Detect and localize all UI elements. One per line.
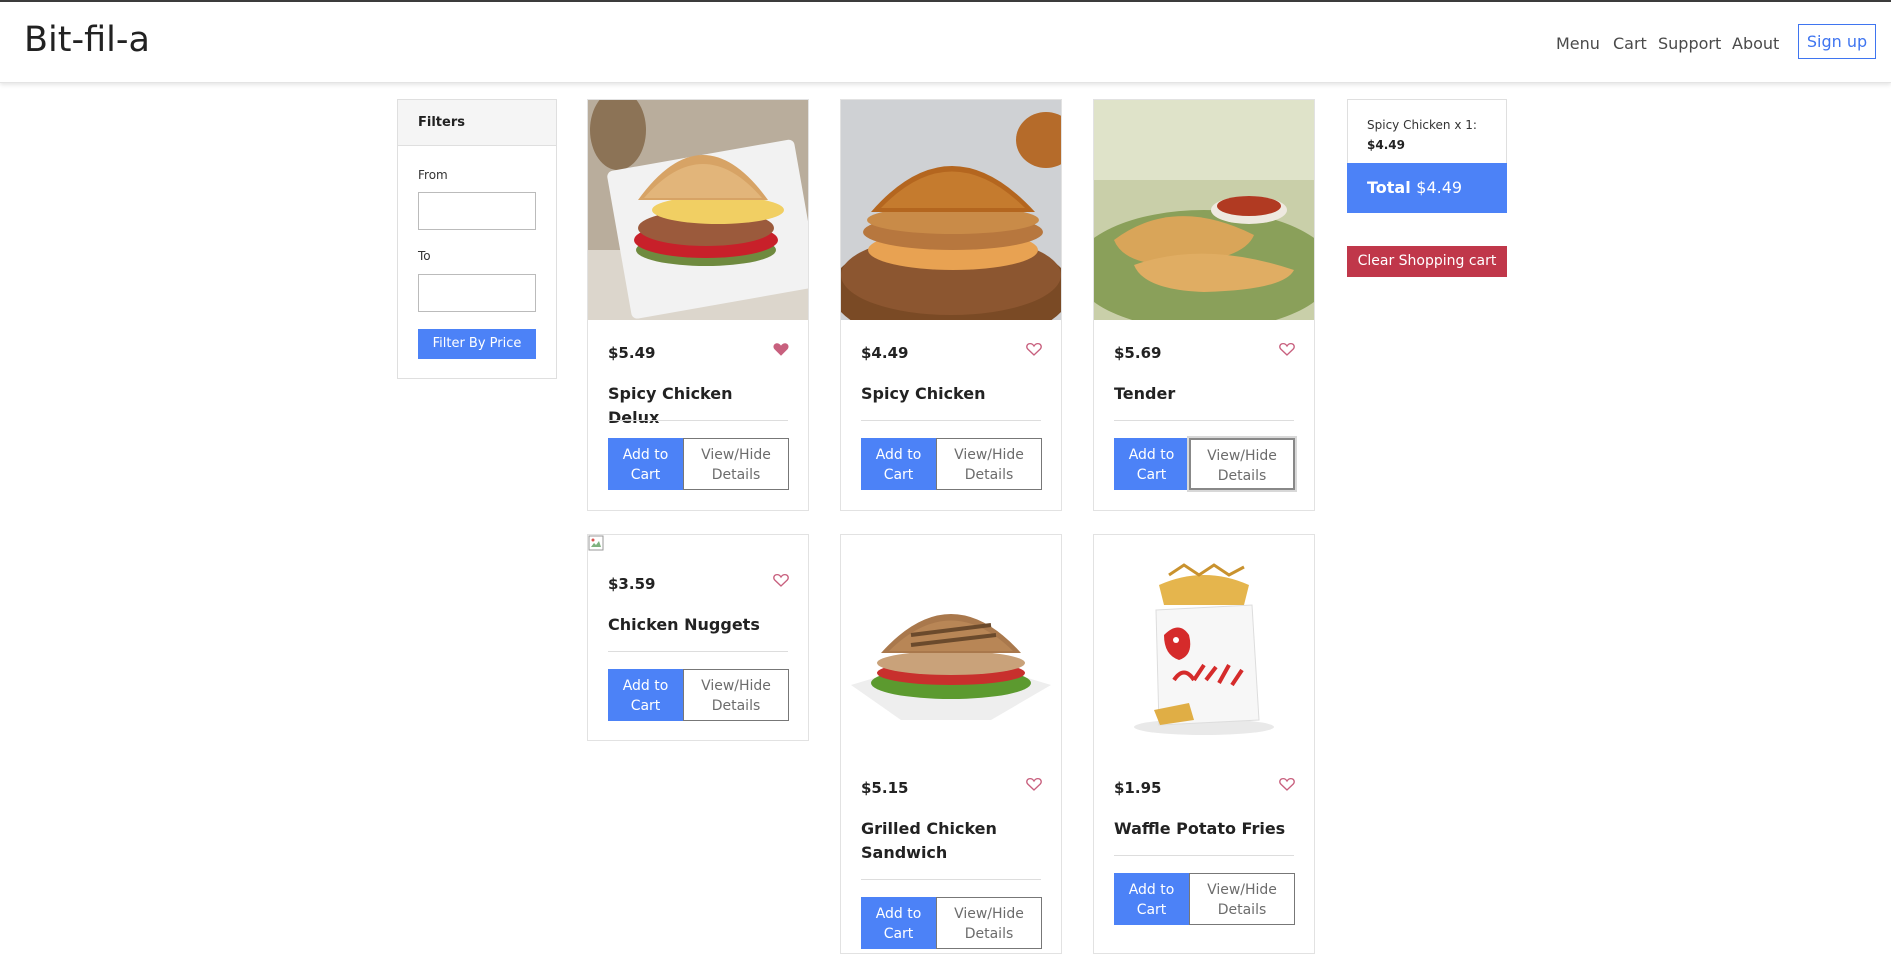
product-price: $4.49: [861, 344, 909, 362]
view-details-button[interactable]: View/Hide Details: [683, 438, 789, 490]
signup-button[interactable]: Sign up: [1798, 24, 1876, 59]
product-name: Chicken Nuggets: [608, 615, 760, 634]
nav-support[interactable]: Support: [1658, 34, 1721, 53]
from-label: From: [418, 168, 448, 182]
product-name: Spicy Chicken: [861, 384, 986, 403]
product-price: $5.49: [608, 344, 656, 362]
card-divider: [861, 879, 1041, 880]
add-to-cart-button[interactable]: Add to Cart: [1114, 873, 1189, 925]
card-divider: [608, 420, 788, 421]
product-image[interactable]: [1094, 535, 1314, 755]
product-image[interactable]: [841, 100, 1061, 320]
product-card: $5.69 Tender Add to Cart View/Hide Detai…: [1093, 99, 1315, 511]
heart-outline-icon[interactable]: [1278, 775, 1296, 793]
heart-filled-icon[interactable]: [772, 340, 790, 358]
cart-total: Total $4.49: [1347, 163, 1507, 213]
clear-cart-button[interactable]: Clear Shopping cart: [1347, 246, 1507, 277]
filter-by-price-button[interactable]: Filter By Price: [418, 329, 536, 359]
add-to-cart-button[interactable]: Add to Cart: [1114, 438, 1189, 490]
product-price: $3.59: [608, 575, 656, 593]
heart-outline-icon[interactable]: [1025, 775, 1043, 793]
product-card: $5.15 Grilled Chicken Sandwich Add to Ca…: [840, 534, 1062, 954]
heart-outline-icon[interactable]: [1025, 340, 1043, 358]
cart-summary: Spicy Chicken x 1: $4.49 Total $4.49: [1347, 99, 1507, 213]
heart-outline-icon[interactable]: [772, 571, 790, 589]
nav-cart[interactable]: Cart: [1613, 34, 1647, 53]
product-card: $3.59 Chicken Nuggets Add to Cart View/H…: [587, 534, 809, 741]
cart-item-line: Spicy Chicken x 1:: [1367, 118, 1477, 132]
filters-panel: Filters From To Filter By Price: [397, 99, 557, 379]
view-details-button[interactable]: View/Hide Details: [683, 669, 789, 721]
view-details-button[interactable]: View/Hide Details: [936, 897, 1042, 949]
cart-item: Spicy Chicken x 1: $4.49: [1367, 115, 1477, 155]
product-image[interactable]: [841, 535, 1061, 755]
total-label: Total: [1367, 178, 1417, 197]
product-card: $4.49 Spicy Chicken Add to Cart View/Hid…: [840, 99, 1062, 511]
nav-about[interactable]: About: [1732, 34, 1779, 53]
to-label: To: [418, 249, 431, 263]
product-name: Grilled Chicken Sandwich: [861, 819, 997, 862]
product-price: $1.95: [1114, 779, 1162, 797]
cart-item-price: $4.49: [1367, 138, 1405, 152]
product-name: Spicy Chicken Delux: [608, 384, 733, 427]
card-divider: [1114, 855, 1294, 856]
add-to-cart-button[interactable]: Add to Cart: [861, 438, 936, 490]
to-price-input[interactable]: [418, 274, 536, 312]
product-name: Tender: [1114, 384, 1176, 403]
product-image[interactable]: [588, 100, 808, 320]
add-to-cart-button[interactable]: Add to Cart: [608, 438, 683, 490]
product-price: $5.15: [861, 779, 909, 797]
product-price: $5.69: [1114, 344, 1162, 362]
card-divider: [861, 420, 1041, 421]
navbar: Bit-fil-a Menu Cart Support About Sign u…: [0, 2, 1891, 83]
heart-outline-icon[interactable]: [1278, 340, 1296, 358]
card-divider: [608, 651, 788, 652]
total-value: $4.49: [1416, 178, 1463, 197]
nav-menu[interactable]: Menu: [1556, 34, 1600, 53]
card-divider: [1114, 420, 1294, 421]
product-card: $5.49 Spicy Chicken Delux Add to Cart Vi…: [587, 99, 809, 511]
from-price-input[interactable]: [418, 192, 536, 230]
brand-logo[interactable]: Bit-fil-a: [24, 20, 150, 60]
view-details-button[interactable]: View/Hide Details: [1189, 438, 1295, 490]
add-to-cart-button[interactable]: Add to Cart: [608, 669, 683, 721]
view-details-button[interactable]: View/Hide Details: [1189, 873, 1295, 925]
product-card: $1.95 Waffle Potato Fries Add to Cart Vi…: [1093, 534, 1315, 954]
add-to-cart-button[interactable]: Add to Cart: [861, 897, 936, 949]
broken-image-icon: [588, 535, 604, 551]
product-name: Waffle Potato Fries: [1114, 819, 1286, 838]
filters-title: Filters: [398, 100, 556, 146]
view-details-button[interactable]: View/Hide Details: [936, 438, 1042, 490]
product-image[interactable]: [1094, 100, 1314, 320]
